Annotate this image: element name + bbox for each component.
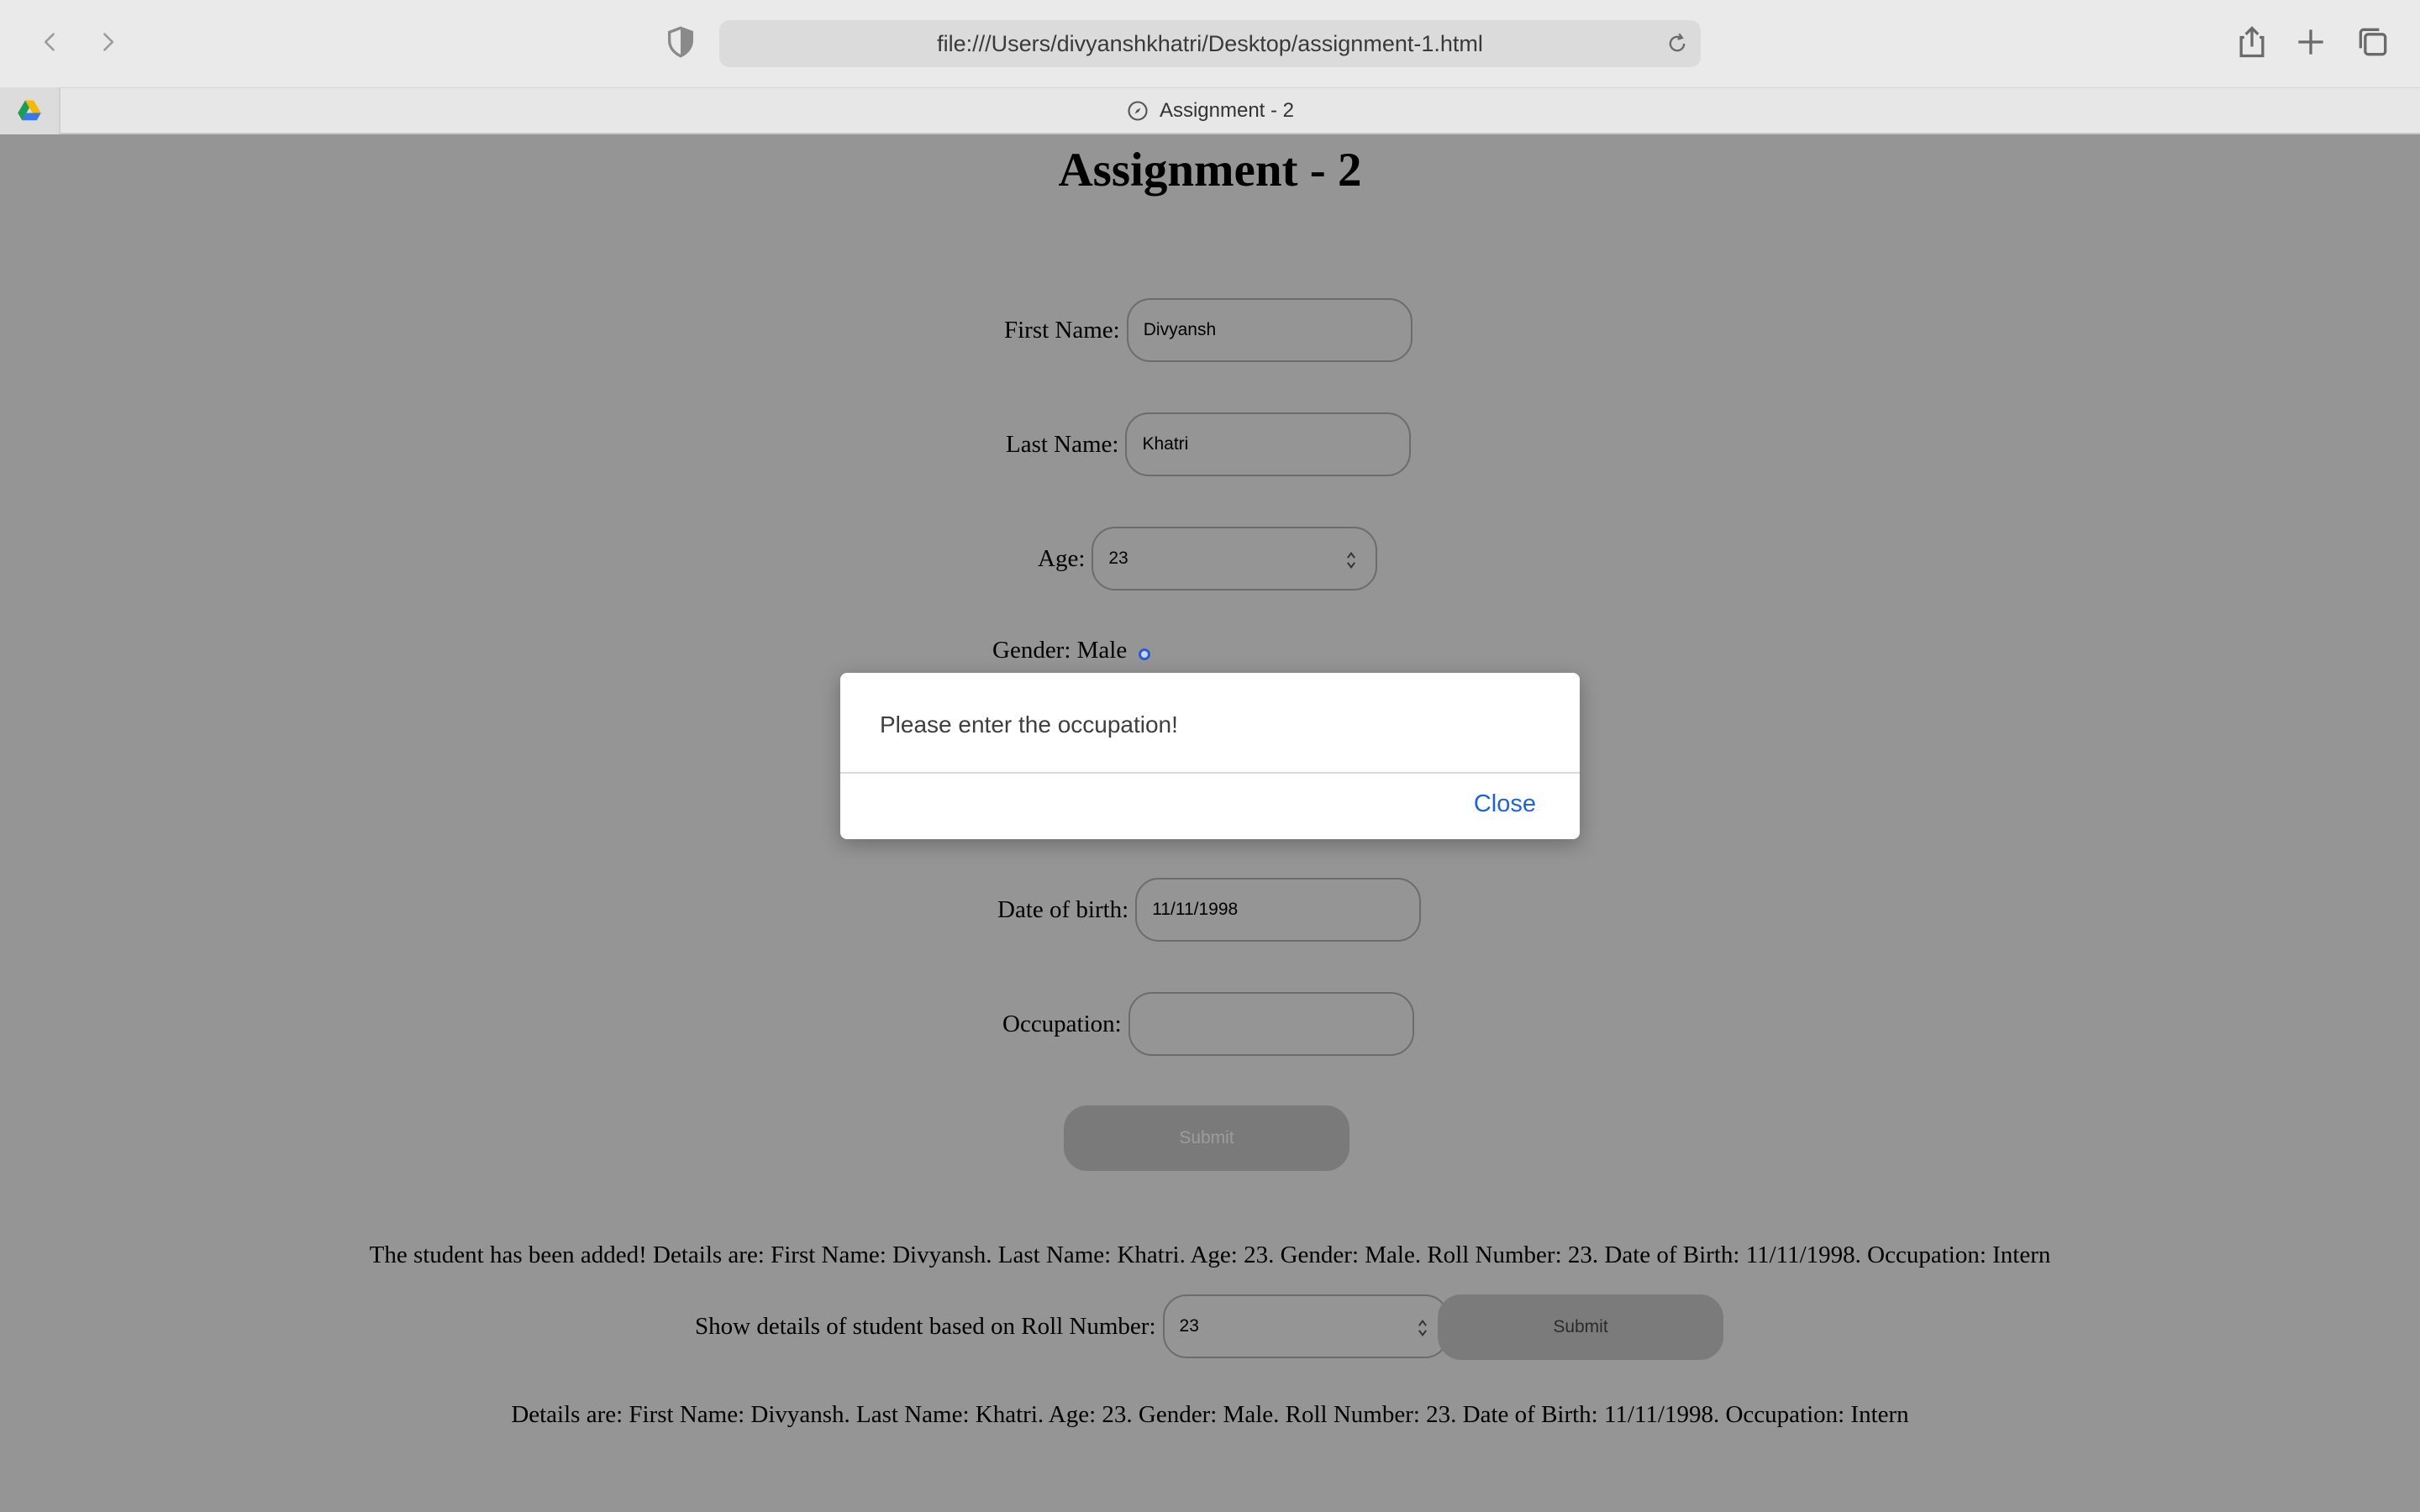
alert-dialog: Please enter the occupation! Close: [840, 673, 1580, 839]
dob-row: Date of birth: 11/11/1998: [997, 878, 1422, 942]
roll-lookup-row: Show details of student based on Roll Nu…: [695, 1294, 1449, 1358]
url-text: file:///Users/divyanshkhatri/Desktop/ass…: [937, 30, 1483, 56]
tab-title: Assignment - 2: [1159, 99, 1295, 122]
tab-active[interactable]: Assignment - 2: [0, 87, 2420, 134]
compass-icon: [1128, 101, 1148, 121]
share-icon[interactable]: [2233, 24, 2270, 60]
age-label: Age:: [1038, 544, 1086, 572]
first-name-row: First Name: Divyansh: [1004, 298, 1413, 362]
age-value: 23: [1108, 549, 1128, 568]
dialog-divider: [840, 772, 1580, 774]
last-name-row: Last Name: Khatri: [1006, 412, 1412, 476]
roll-number-input[interactable]: 23: [1162, 1294, 1449, 1358]
roll-lookup-submit-button[interactable]: Submit: [1438, 1294, 1723, 1360]
gender-row: Gender: Male: [992, 637, 1151, 664]
chevron-left-icon: [44, 33, 55, 51]
added-message: The student has been added! Details are:…: [369, 1242, 2051, 1268]
google-drive-icon: [18, 100, 41, 121]
back-button[interactable]: [30, 22, 71, 62]
submit-button[interactable]: Submit: [1064, 1105, 1349, 1171]
dob-value: 11/11/1998: [1152, 900, 1239, 919]
browser-toolbar: file:///Users/divyanshkhatri/Desktop/ass…: [0, 0, 2420, 87]
address-bar[interactable]: file:///Users/divyanshkhatri/Desktop/ass…: [719, 20, 1701, 67]
first-name-value: Divyansh: [1143, 320, 1217, 339]
details-message: Details are: First Name: Divyansh. Last …: [511, 1401, 1909, 1428]
last-name-label: Last Name:: [1006, 430, 1119, 458]
tab-overview-icon[interactable]: [2354, 24, 2391, 60]
stepper-icon[interactable]: [1417, 1318, 1428, 1338]
new-tab-icon[interactable]: [2292, 24, 2329, 60]
first-name-input[interactable]: Divyansh: [1126, 298, 1413, 362]
last-name-input[interactable]: Khatri: [1125, 412, 1412, 476]
dob-input[interactable]: 11/11/1998: [1135, 878, 1422, 942]
age-input[interactable]: 23: [1092, 527, 1378, 591]
occupation-row: Occupation:: [1002, 992, 1414, 1056]
forward-button[interactable]: [87, 22, 128, 62]
privacy-shield-icon[interactable]: [664, 25, 697, 59]
dialog-close-button[interactable]: Close: [1474, 790, 1536, 818]
dob-label: Date of birth:: [997, 895, 1129, 923]
gender-male-radio[interactable]: [1139, 648, 1151, 660]
occupation-label: Occupation:: [1002, 1010, 1122, 1037]
page-title: Assignment - 2: [1058, 144, 1362, 197]
chevron-right-icon: [103, 33, 114, 51]
reload-icon[interactable]: [1665, 32, 1689, 55]
first-name-label: First Name:: [1004, 316, 1120, 344]
roll-lookup-label: Show details of student based on Roll Nu…: [695, 1312, 1156, 1340]
gender-label: Gender: Male: [992, 637, 1128, 664]
pinned-tab-drive[interactable]: [0, 87, 60, 134]
age-row: Age: 23: [1038, 527, 1378, 591]
roll-number-value: 23: [1179, 1316, 1199, 1336]
last-name-value: Khatri: [1142, 434, 1189, 454]
occupation-input[interactable]: [1128, 992, 1414, 1056]
dialog-message: Please enter the occupation!: [880, 711, 1178, 738]
stepper-icon[interactable]: [1345, 550, 1357, 570]
